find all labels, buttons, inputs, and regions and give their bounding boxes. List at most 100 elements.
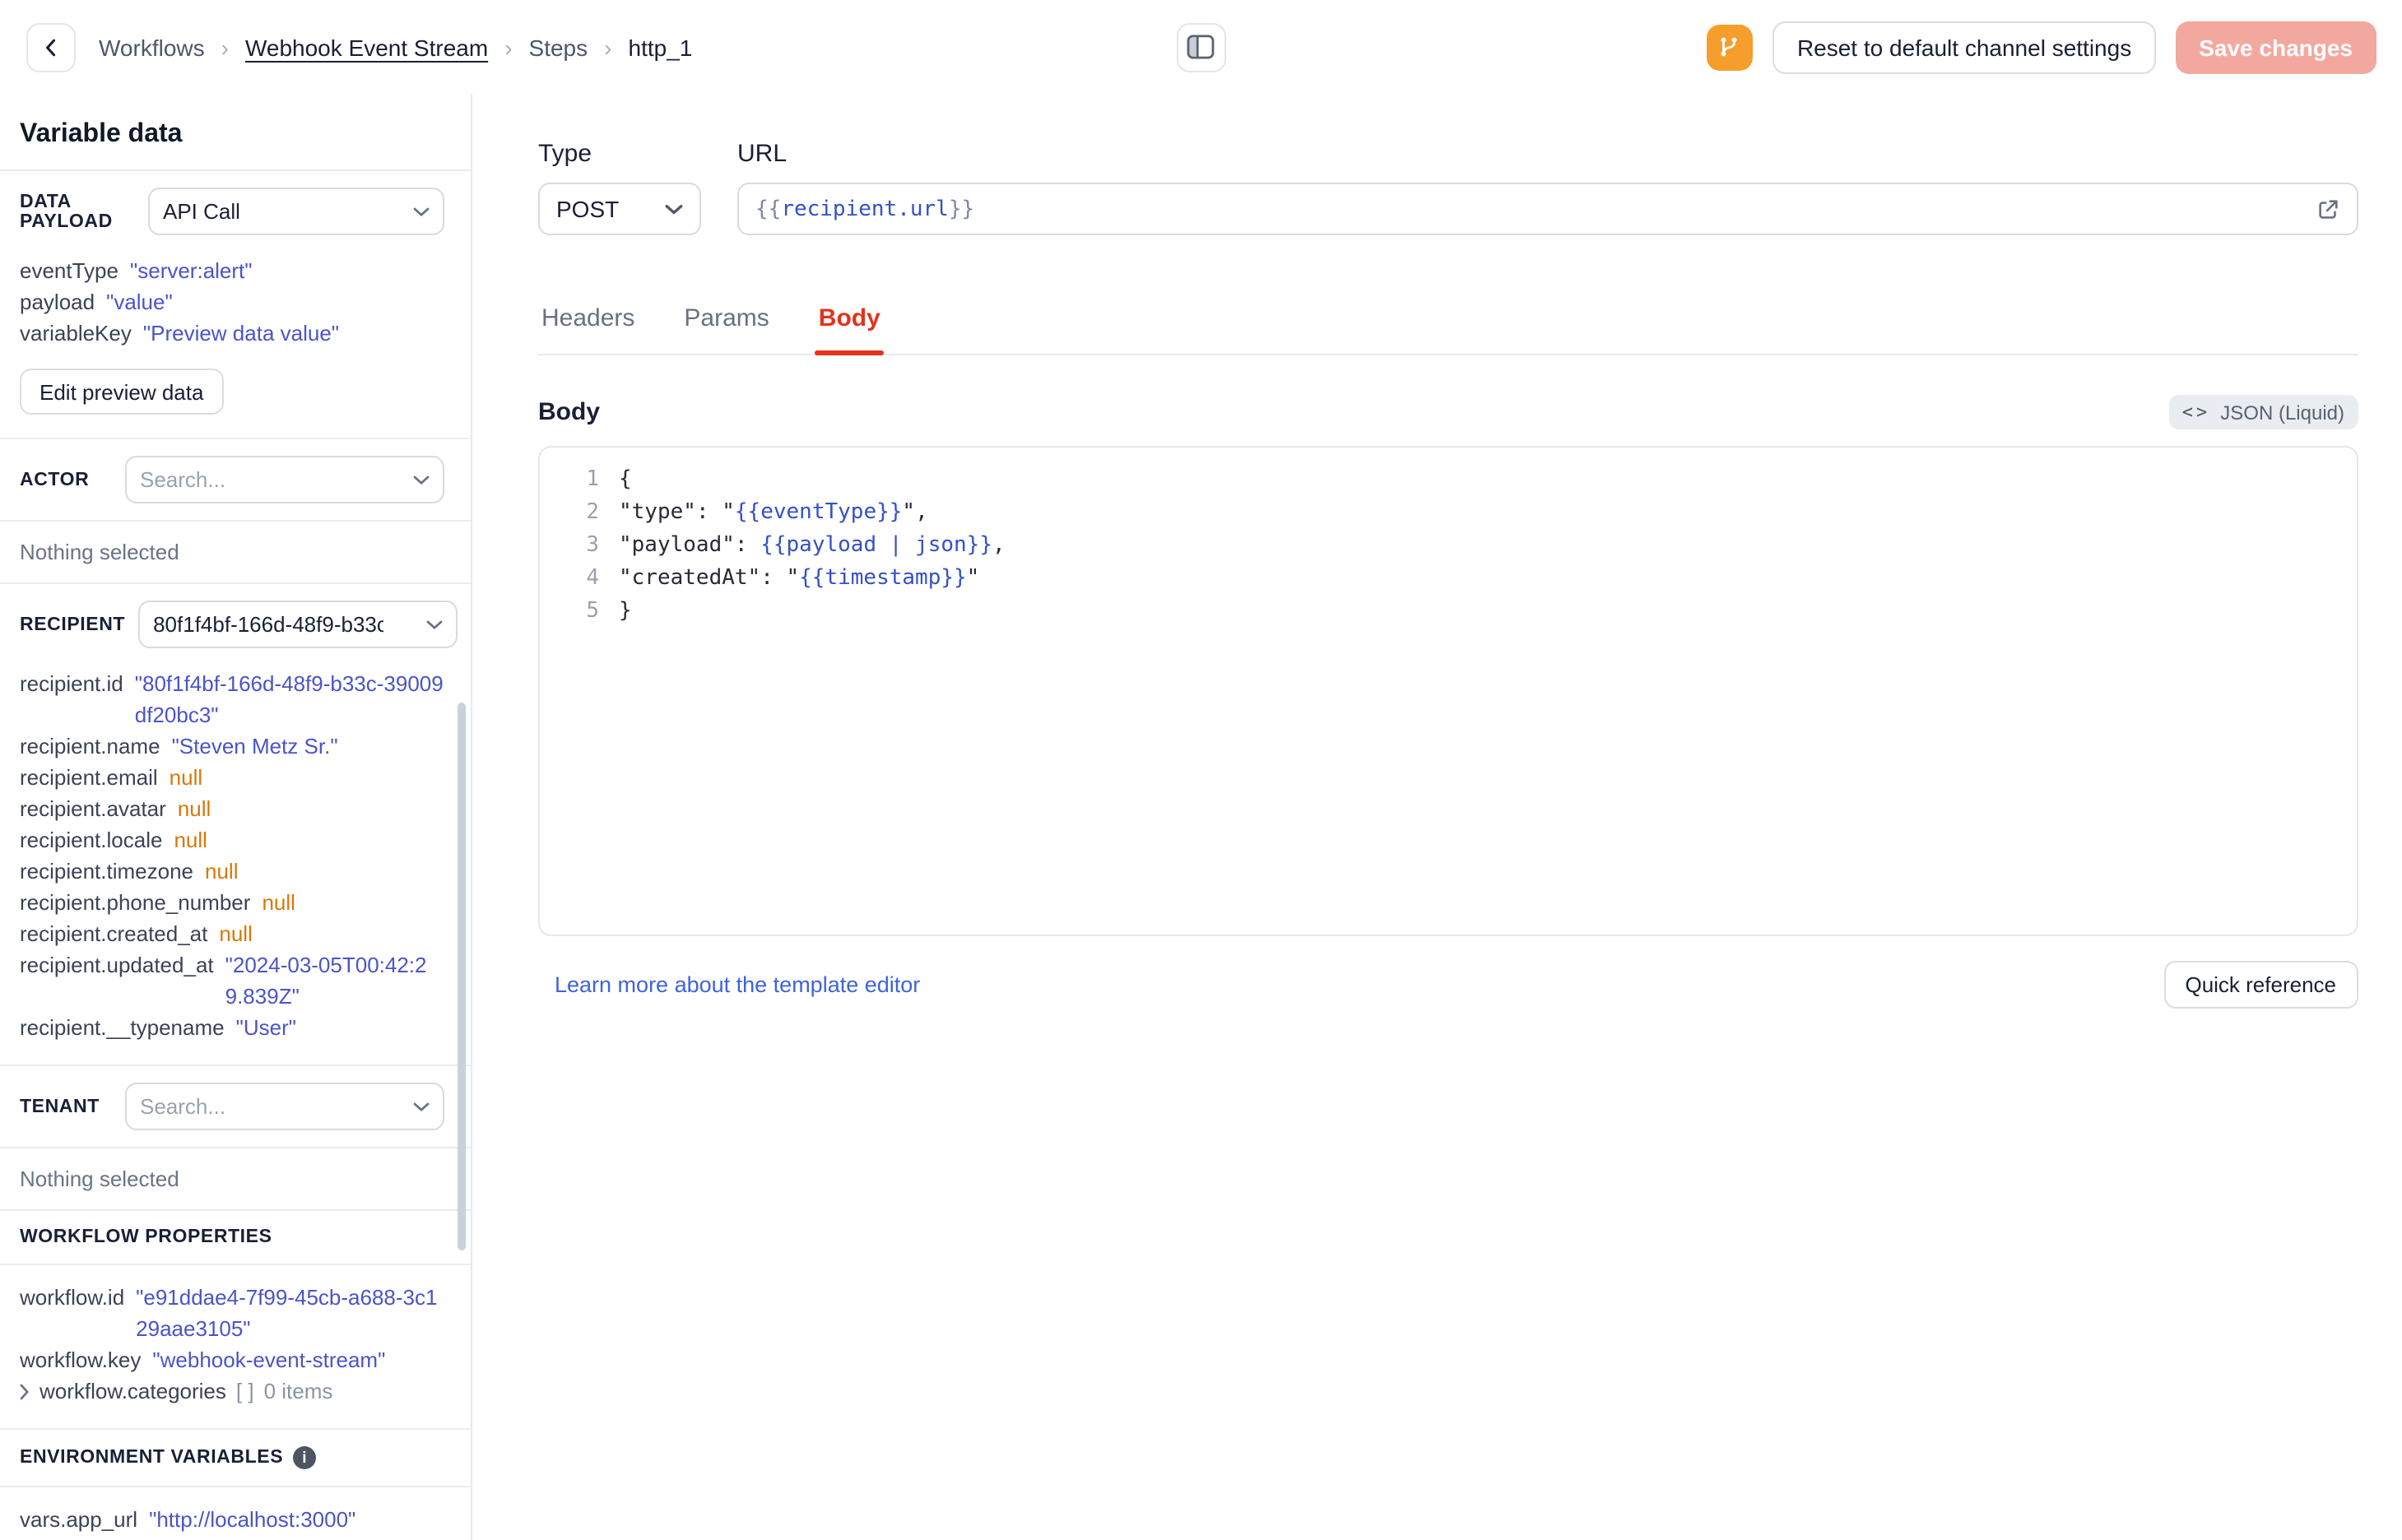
back-button[interactable]	[26, 22, 76, 72]
breadcrumb-separator: ›	[504, 34, 513, 60]
template-editor-docs-link[interactable]: Learn more about the template editor	[555, 972, 920, 997]
workflow-properties-label: WORKFLOW PROPERTIES	[20, 1227, 272, 1247]
variable-row: recipient.name "Steven Metz Sr."	[20, 731, 444, 762]
variable-value: null	[262, 890, 295, 915]
variable-value: null	[177, 796, 211, 821]
line-number: 3	[586, 533, 599, 558]
variable-value: "80f1f4bf-166d-48f9-b33c-39009df20bc3"	[134, 671, 444, 727]
variable-key: workflow.id	[20, 1285, 125, 1310]
url-input[interactable]: {{recipient.url}}	[737, 183, 2358, 235]
data-payload-section: DATA PAYLOAD API Call eventType "server:a…	[0, 171, 471, 438]
item-count: 0 items	[263, 1379, 333, 1403]
variable-key: variableKey	[20, 321, 132, 346]
type-label: Type	[538, 140, 592, 168]
panel-left-icon	[1187, 35, 1215, 59]
language-badge: <> JSON (Liquid)	[2168, 395, 2358, 429]
variable-value: "server:alert"	[130, 258, 253, 283]
edit-preview-data-button[interactable]: Edit preview data	[20, 369, 224, 415]
sidebar-toggle-button[interactable]	[1176, 22, 1226, 72]
variable-key: payload	[20, 290, 95, 314]
recipient-fields: recipient.id "80f1f4bf-166d-48f9-b33c-390…	[20, 665, 444, 1043]
variable-row: recipient.created_at null	[20, 918, 444, 949]
sidebar-scrollbar[interactable]	[458, 703, 466, 1250]
request-tabs: Headers Params Body	[538, 304, 2358, 355]
variable-key: recipient.email	[20, 765, 158, 790]
environment-variables-section: ENVIRONMENT VARIABLES i	[0, 1430, 471, 1486]
variable-row: recipient.__typename "User"	[20, 1012, 444, 1043]
variable-value: null	[205, 859, 239, 884]
variable-row: variableKey "Preview data value"	[20, 318, 444, 349]
variable-row: recipient.avatar null	[20, 793, 444, 824]
data-payload-select[interactable]: API Call	[148, 188, 444, 235]
variable-key: workflow.categories	[39, 1379, 226, 1403]
method-select[interactable]: POST	[538, 183, 701, 235]
variable-key: recipient.avatar	[20, 796, 166, 821]
breadcrumb: Workflows › Webhook Event Stream › Steps…	[99, 34, 692, 60]
variable-row: recipient.timezone null	[20, 856, 444, 887]
tab-params[interactable]: Params	[681, 304, 772, 354]
data-payload-label: DATA PAYLOAD	[20, 192, 113, 231]
tab-headers[interactable]: Headers	[538, 304, 638, 354]
variable-value: "webhook-event-stream"	[152, 1348, 386, 1372]
tenant-empty-state: Nothing selected	[20, 1167, 179, 1191]
variable-value: "Steven Metz Sr."	[171, 734, 338, 758]
variable-data-panel: Variable data DATA PAYLOAD API Call even…	[0, 94, 472, 1540]
variable-key: recipient.__typename	[20, 1015, 225, 1040]
variable-value: null	[169, 765, 203, 790]
variable-key: vars.app_url	[20, 1507, 138, 1532]
workflow-properties-section: WORKFLOW PROPERTIES	[0, 1211, 471, 1264]
variable-row: recipient.id "80f1f4bf-166d-48f9-b33c-390…	[20, 668, 444, 731]
variable-key: workflow.key	[20, 1348, 142, 1372]
breadcrumb-separator: ›	[221, 34, 229, 60]
line-number: 1	[586, 467, 599, 492]
variable-key: recipient.timezone	[20, 859, 193, 884]
reset-channel-settings-button[interactable]: Reset to default channel settings	[1772, 21, 2157, 73]
breadcrumb-step-name: http_1	[628, 34, 693, 60]
tenant-search-select[interactable]: Search...	[125, 1083, 444, 1130]
variable-row: recipient.updated_at "2024-03-05T00:42:29…	[20, 949, 444, 1012]
quick-reference-button[interactable]: Quick reference	[2163, 961, 2358, 1009]
environment-variables-label: ENVIRONMENT VARIABLES i	[20, 1446, 317, 1469]
variable-value: "https://account-assets.knock.app/42d161…	[243, 1535, 444, 1540]
actor-section: ACTOR Search...	[0, 439, 471, 520]
workflow-categories-row[interactable]: workflow.categories [ ] 0 items	[20, 1375, 444, 1407]
chevron-down-icon	[426, 619, 443, 629]
line-number: 5	[586, 599, 599, 624]
actor-search-select[interactable]: Search...	[125, 456, 444, 503]
breadcrumb-workflows[interactable]: Workflows	[99, 34, 205, 60]
chevron-down-icon	[413, 475, 430, 484]
variable-key: recipient.phone_number	[20, 890, 251, 915]
breadcrumb-separator: ›	[604, 34, 612, 60]
variable-row: payload "value"	[20, 286, 444, 318]
variable-value: null	[219, 921, 253, 946]
variable-value: "e91ddae4-7f99-45cb-a688-3c129aae3105"	[136, 1285, 438, 1341]
variable-key: recipient.created_at	[20, 921, 208, 946]
url-label: URL	[737, 140, 788, 168]
chevron-right-icon	[20, 1383, 29, 1399]
variable-row: workflow.id "e91ddae4-7f99-45cb-a688-3c12…	[20, 1282, 444, 1344]
recipient-select[interactable]: 80f1f4bf-166d-48f9-b33c-39009df20bc3	[138, 601, 458, 648]
save-changes-button[interactable]: Save changes	[2176, 21, 2376, 73]
recipient-label: RECIPIENT	[20, 615, 126, 634]
line-number: 4	[586, 566, 599, 591]
tab-body[interactable]: Body	[815, 304, 884, 355]
breadcrumb-steps[interactable]: Steps	[529, 34, 588, 60]
environment-variables-fields: vars.app_url"http://localhost:3000"vars.…	[20, 1487, 444, 1540]
workflow-properties-fields: workflow.id "e91ddae4-7f99-45cb-a688-3c12…	[20, 1265, 444, 1375]
variable-row: recipient.phone_number null	[20, 887, 444, 918]
code-editor[interactable]: 1{2 "type": "{{eventType}}", 3 "payload": {…	[538, 446, 2358, 936]
variable-key: vars.branding.logo_url	[20, 1535, 231, 1540]
variable-key: recipient.locale	[20, 828, 163, 852]
uncommitted-changes-icon[interactable]	[1706, 24, 1753, 70]
info-icon[interactable]: i	[293, 1446, 317, 1469]
variable-row: workflow.key "webhook-event-stream"	[20, 1344, 444, 1375]
variable-value: "http://localhost:3000"	[149, 1507, 356, 1532]
open-external-icon[interactable]	[2315, 197, 2339, 221]
breadcrumb-workflow-name[interactable]: Webhook Event Stream	[245, 34, 488, 60]
chevron-left-icon	[46, 38, 56, 56]
variable-key: recipient.id	[20, 671, 123, 696]
variable-row: vars.app_url "http://localhost:3000"	[20, 1504, 444, 1535]
variable-row: recipient.locale null	[20, 824, 444, 856]
topbar: Workflows › Webhook Event Stream › Steps…	[0, 0, 2402, 94]
tenant-label: TENANT	[20, 1097, 100, 1116]
